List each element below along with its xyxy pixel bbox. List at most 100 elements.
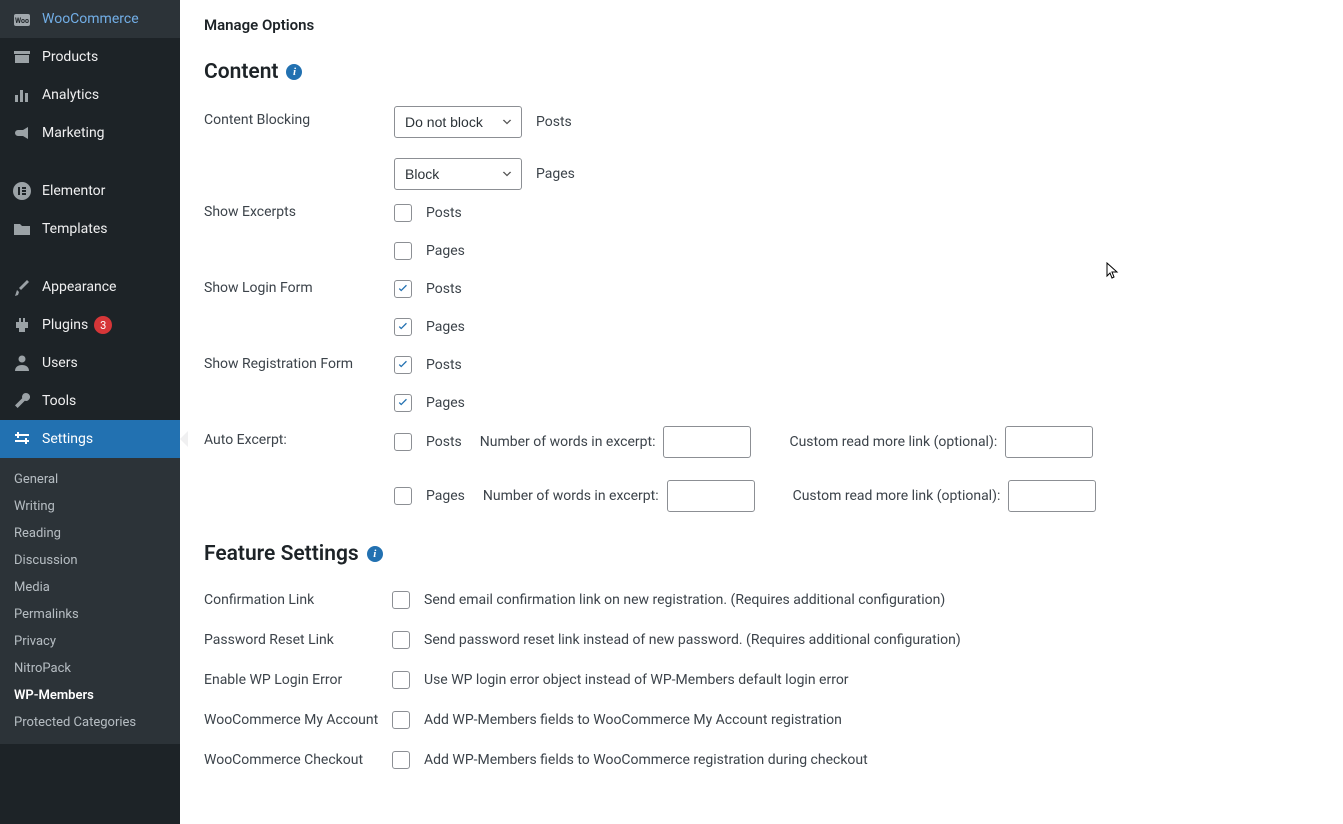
submenu-nitropack[interactable]: NitroPack [0,655,180,682]
autoexcerpt-posts-checkbox[interactable] [394,433,412,451]
autoexcerpt-pages-checkbox[interactable] [394,487,412,505]
words-label: Number of words in excerpt: [483,488,659,504]
woocommerce-checkout-desc: Add WP-Members fields to WooCommerce reg… [424,752,868,768]
password-reset-label: Password Reset Link [204,632,392,648]
sidebar-item-settings[interactable]: Settings [0,420,180,458]
megaphone-icon [12,123,32,143]
sidebar-item-label: Settings [42,431,93,447]
confirmation-link-checkbox[interactable] [392,591,410,609]
login-posts-checkbox[interactable] [394,280,412,298]
wp-login-error-checkbox[interactable] [392,671,410,689]
sidebar-item-plugins[interactable]: Plugins 3 [0,306,180,344]
sidebar-item-marketing[interactable]: Marketing [0,114,180,152]
excerpt-words-posts-input[interactable] [663,426,751,458]
excerpt-words-pages-input[interactable] [667,480,755,512]
sidebar-item-label: Plugins [42,317,88,333]
page-title: Manage Options [204,16,1319,34]
wrench-icon [12,391,32,411]
confirmation-link-desc: Send email confirmation link on new regi… [424,592,945,608]
folder-icon [12,219,32,239]
submenu-writing[interactable]: Writing [0,493,180,520]
password-reset-checkbox[interactable] [392,631,410,649]
sidebar-item-templates[interactable]: Templates [0,210,180,248]
woocommerce-myaccount-desc: Add WP-Members fields to WooCommerce My … [424,712,842,728]
submenu-general[interactable]: General [0,466,180,493]
wp-login-error-desc: Use WP login error object instead of WP-… [424,672,849,688]
show-login-label: Show Login Form [204,270,394,296]
submenu-media[interactable]: Media [0,574,180,601]
archive-icon [12,47,32,67]
block-pages-select[interactable]: Block [394,158,522,190]
user-icon [12,353,32,373]
sidebar-item-label: Products [42,49,98,65]
svg-text:Woo: Woo [15,17,29,25]
readmore-pages-input[interactable] [1008,480,1096,512]
content-section-title: Content i [204,60,1319,84]
brush-icon [12,277,32,297]
sidebar-item-label: WooCommerce [42,11,139,27]
submenu-wp-members[interactable]: WP-Members [0,682,180,709]
sidebar-item-analytics[interactable]: Analytics [0,76,180,114]
woocommerce-myaccount-checkbox[interactable] [392,711,410,729]
readmore-label: Custom read more link (optional): [793,488,1001,504]
feature-section-title: Feature Settings i [204,542,1319,566]
submenu-permalinks[interactable]: Permalinks [0,601,180,628]
woocommerce-checkout-label: WooCommerce Checkout [204,752,392,768]
block-posts-select[interactable]: Do not block [394,106,522,138]
admin-sidebar: Woo WooCommerce Products Analytics Marke… [0,0,180,824]
plugins-update-badge: 3 [94,316,112,334]
sidebar-item-label: Users [42,355,78,371]
sidebar-item-label: Templates [42,221,108,237]
plugin-icon [12,315,32,335]
pages-label: Pages [426,488,465,504]
submenu-discussion[interactable]: Discussion [0,547,180,574]
posts-label: Posts [426,205,462,221]
content-blocking-label: Content Blocking [204,102,394,128]
posts-suffix: Posts [536,114,572,130]
info-icon[interactable]: i [367,546,383,562]
settings-submenu: General Writing Reading Discussion Media… [0,458,180,744]
woocommerce-icon: Woo [12,9,32,29]
sidebar-item-label: Analytics [42,87,99,103]
pages-suffix: Pages [536,166,575,182]
sidebar-item-elementor[interactable]: Elementor [0,172,180,210]
excerpt-pages-checkbox[interactable] [394,242,412,260]
woocommerce-myaccount-label: WooCommerce My Account [204,712,392,728]
login-pages-checkbox[interactable] [394,318,412,336]
auto-excerpt-label: Auto Excerpt: [204,422,394,448]
show-excerpts-label: Show Excerpts [204,194,394,220]
pages-label: Pages [426,395,465,411]
chart-bar-icon [12,85,32,105]
sidebar-item-appearance[interactable]: Appearance [0,268,180,306]
confirmation-link-label: Confirmation Link [204,592,392,608]
registration-posts-checkbox[interactable] [394,356,412,374]
readmore-posts-input[interactable] [1005,426,1093,458]
sidebar-item-users[interactable]: Users [0,344,180,382]
wp-login-error-label: Enable WP Login Error [204,672,392,688]
readmore-label: Custom read more link (optional): [789,434,997,450]
pages-label: Pages [426,319,465,335]
words-label: Number of words in excerpt: [480,434,656,450]
elementor-icon [12,181,32,201]
posts-label: Posts [426,281,462,297]
sliders-icon [12,429,32,449]
sidebar-item-products[interactable]: Products [0,38,180,76]
sidebar-item-label: Marketing [42,125,105,141]
woocommerce-checkout-checkbox[interactable] [392,751,410,769]
sidebar-item-tools[interactable]: Tools [0,382,180,420]
sidebar-item-label: Tools [42,393,76,409]
info-icon[interactable]: i [286,64,302,80]
password-reset-desc: Send password reset link instead of new … [424,632,961,648]
posts-label: Posts [426,434,462,450]
registration-pages-checkbox[interactable] [394,394,412,412]
excerpt-posts-checkbox[interactable] [394,204,412,222]
submenu-reading[interactable]: Reading [0,520,180,547]
submenu-privacy[interactable]: Privacy [0,628,180,655]
sidebar-item-label: Elementor [42,183,105,199]
posts-label: Posts [426,357,462,373]
submenu-protected-categories[interactable]: Protected Categories [0,709,180,736]
pages-label: Pages [426,243,465,259]
sidebar-item-woocommerce[interactable]: Woo WooCommerce [0,0,180,38]
main-content: Manage Options Content i Content Blockin… [180,0,1343,824]
sidebar-item-label: Appearance [42,279,116,295]
